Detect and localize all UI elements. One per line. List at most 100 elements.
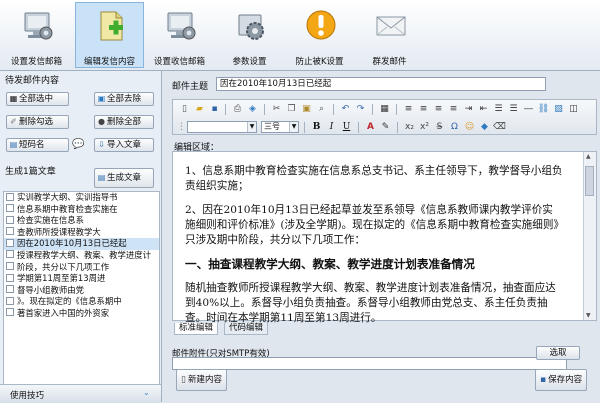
list-item[interactable]: 学期第11周至第13周进 [4, 273, 159, 285]
italic-icon[interactable]: I [325, 121, 338, 133]
copy-icon[interactable]: ❐ [285, 103, 298, 115]
bold-icon[interactable]: B [310, 121, 323, 133]
checkbox[interactable] [6, 204, 14, 213]
table-icon[interactable]: ▦ [378, 103, 391, 115]
justify-icon[interactable]: ≡ [447, 103, 460, 115]
set-sender-mailbox-button[interactable]: 设置发信邮箱 [2, 2, 71, 68]
article-list[interactable]: 实训教学大纲、实训指导书 信息系期中教育检查实施在 检查实施在信息系 查教师所授… [3, 191, 160, 385]
short-name-button[interactable]: ▤ 短码名 [6, 138, 69, 152]
superscript-icon[interactable]: x² [418, 121, 431, 133]
checkbox[interactable] [6, 273, 14, 282]
subscript-icon[interactable]: x₂ [403, 121, 416, 133]
usage-tips-bar[interactable]: 使用技巧 ⌄ [0, 384, 161, 403]
panel-title: 待发邮件内容 [5, 76, 60, 86]
import-article-button[interactable]: ⇩ 导入文章 [94, 138, 154, 152]
font-color-icon[interactable]: A [364, 121, 377, 133]
checkbox[interactable] [6, 192, 14, 201]
tab-code-edit[interactable]: 代码编辑 [224, 323, 269, 335]
checkbox[interactable] [6, 262, 14, 271]
select-all-button[interactable]: ▦ 全部选中 [6, 92, 69, 106]
warning-icon [306, 10, 336, 40]
cut-icon[interactable]: ✂ [270, 103, 283, 115]
document-icon: ▤ [9, 140, 18, 149]
outdent-icon[interactable]: ⇤ [477, 103, 490, 115]
new-content-button[interactable]: ▯ 新建内容 [176, 369, 227, 391]
set-recipient-mailbox-button[interactable]: 设置收信邮箱 [145, 2, 214, 68]
special-char-icon[interactable]: Ω [448, 121, 461, 133]
generate-article-button[interactable]: ▤ 生成文章 [94, 168, 154, 188]
subject-input[interactable]: 因在2010年10月13日已经起 [216, 77, 546, 91]
preview-icon[interactable]: ◈ [246, 103, 259, 115]
delete-checked-button[interactable]: ✐ 删除勾选 [6, 115, 69, 129]
checkbox[interactable] [6, 227, 14, 236]
list-item[interactable]: 信息系期中教育检查实施在 [4, 204, 159, 216]
align-center-icon[interactable]: ≡ [417, 103, 430, 115]
list-item[interactable]: 检查实施在信息系 [4, 215, 159, 227]
new-doc-icon[interactable]: ▯ [178, 103, 191, 115]
computer-gear-icon [167, 12, 196, 40]
save-icon[interactable]: ▪ [208, 103, 221, 115]
attachment-input[interactable] [172, 357, 567, 370]
body-heading: 一、抽查课程教学大纲、教案、教学进度计划表准备情况 [185, 257, 475, 271]
parameter-settings-button[interactable]: 参数设置 [215, 2, 284, 68]
list-item[interactable]: 实训教学大纲、实训指导书 [4, 192, 159, 204]
browse-button[interactable]: 选取 [536, 346, 580, 360]
indent-icon[interactable]: ⇥ [462, 103, 475, 115]
scroll-down-icon[interactable]: ▼ [586, 312, 591, 319]
align-left-icon[interactable]: ≡ [402, 103, 415, 115]
tab-standard-edit[interactable]: 标准编辑 [174, 323, 219, 335]
editor-body[interactable]: 1、信息系期中教育检查实施在信息系总支书记、系主任领导下，教学督导小组负责组织实… [185, 164, 563, 335]
paste-icon[interactable]: ▣ [300, 103, 313, 115]
checkbox[interactable] [6, 296, 14, 305]
bullet-list-icon[interactable]: ☰ [507, 103, 520, 115]
emoticon-icon[interactable]: ☺ [463, 121, 476, 133]
edit-content-button[interactable]: 编辑发信内容 [75, 2, 144, 68]
checkbox[interactable] [6, 215, 14, 224]
source-icon[interactable]: ◫ [567, 103, 580, 115]
expand-chevron-icon[interactable]: ⌄ [143, 388, 150, 397]
save-content-button[interactable]: ▪ 保存内容 [535, 369, 588, 391]
scroll-up-icon[interactable]: ▲ [586, 153, 591, 160]
delete-all-button[interactable]: ● 删除全部 [94, 115, 154, 129]
checkbox[interactable] [6, 308, 14, 317]
checkbox[interactable] [6, 238, 14, 247]
align-right-icon[interactable]: ≡ [432, 103, 445, 115]
list-item[interactable]: 阶段，共分以下几项工作 [4, 262, 159, 274]
clear-all-button[interactable]: ▣ 全部去除 [94, 92, 154, 106]
toolbar-label: 编辑发信内容 [83, 57, 135, 67]
redo-icon[interactable]: ↷ [354, 103, 367, 115]
undo-icon[interactable]: ↶ [339, 103, 352, 115]
print-icon[interactable]: ⎙ [231, 103, 244, 115]
scrollbar-thumb[interactable] [585, 166, 594, 196]
open-folder-icon[interactable]: ▰ [193, 103, 206, 115]
strikethrough-icon[interactable]: S̶ [433, 121, 446, 133]
help-bubble-icon[interactable]: 💬 [72, 139, 84, 150]
envelope-icon [376, 16, 406, 36]
list-item[interactable]: 授课程教学大纲、教案、教学进度计 [4, 250, 159, 262]
underline-icon[interactable]: U [340, 121, 353, 133]
list-item-selected[interactable]: 因在2010年10月13日已经起 [4, 238, 159, 250]
gear-icon [238, 14, 264, 40]
editor-scrollbar[interactable]: ▲ ▼ [583, 152, 596, 320]
checkbox[interactable] [6, 285, 14, 294]
horizontal-rule-icon[interactable]: ― [522, 103, 535, 115]
list-item[interactable]: 》。现在拟定的《信息系期中 [4, 296, 159, 308]
link-icon[interactable]: ⛓ [537, 103, 550, 115]
generate-count-label: 生成1篇文章 [5, 167, 56, 177]
checkbox[interactable] [6, 250, 14, 259]
bulk-send-button[interactable]: 群发邮件 [355, 2, 424, 68]
list-item[interactable]: 查教师所授课程教学大 [4, 227, 159, 239]
font-family-select[interactable]: ▼ [187, 121, 257, 133]
content-editor[interactable]: 1、信息系期中教育检查实施在信息系总支书记、系主任领导下，教学督导小组负责组织实… [172, 151, 597, 324]
ordered-list-icon[interactable]: ☰ [492, 103, 505, 115]
list-item[interactable]: 督导小组教师由党 [4, 285, 159, 297]
list-item[interactable]: 著首家进入中国的外资家 [4, 308, 159, 320]
flash-icon[interactable]: ◆ [478, 121, 491, 133]
eraser-icon: ✐ [10, 117, 17, 126]
font-size-select[interactable]: 三号 ▼ [261, 121, 299, 133]
highlight-icon[interactable]: ✎ [379, 121, 392, 133]
anti-block-settings-button[interactable]: 防止被K设置 [285, 2, 354, 68]
find-icon[interactable]: ⌕ [315, 103, 328, 115]
clear-format-icon[interactable]: ⌫ [493, 121, 506, 133]
image-icon[interactable]: ▧ [552, 103, 565, 115]
